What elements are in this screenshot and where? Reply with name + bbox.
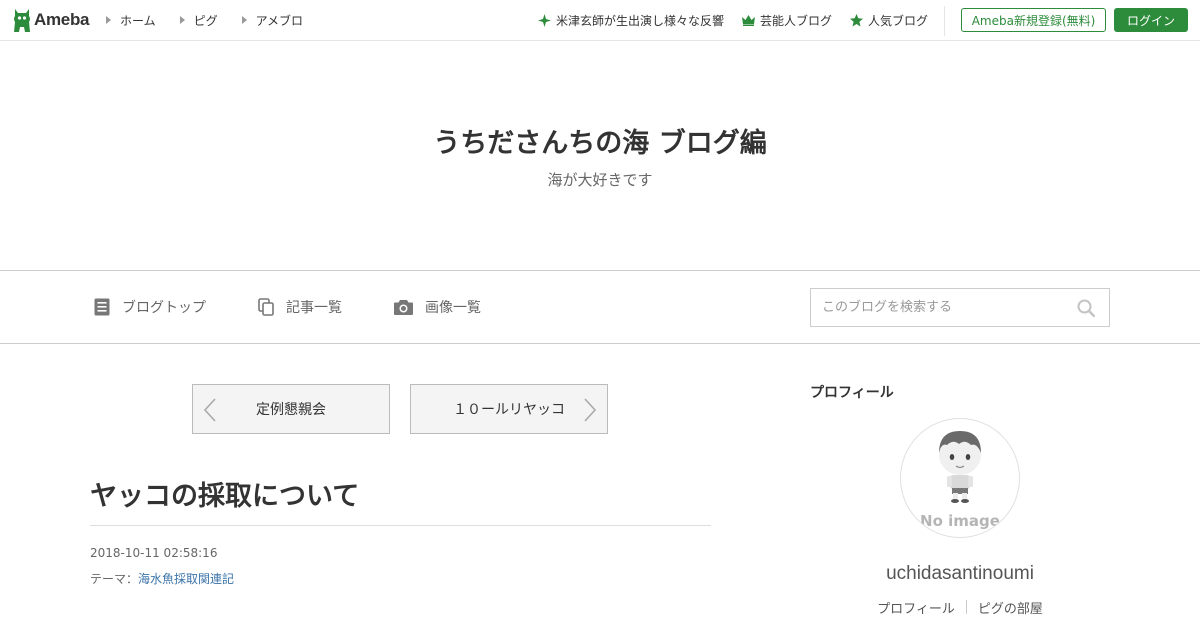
sparkle-icon: [537, 13, 551, 27]
next-entry-button[interactable]: １０ールリヤッコ: [410, 384, 608, 434]
global-header: Ameba ホーム ピグ アメブロ 米津玄師が生出演し様々な反響 芸能人ブログ …: [0, 0, 1200, 41]
chevron-right-icon: [584, 398, 597, 422]
logo-text: Ameba: [34, 10, 90, 29]
blog-top-link[interactable]: ブログトップ: [94, 271, 206, 343]
register-button[interactable]: Ameba新規登録(無料): [961, 8, 1106, 32]
entry-date: 2018-10-11 02:58:16: [90, 546, 218, 560]
avatar[interactable]: No image: [900, 418, 1020, 538]
popular-blog-link[interactable]: 人気ブログ: [849, 12, 928, 29]
entry-title[interactable]: ヤッコの採取について: [90, 474, 710, 513]
blog-search: [810, 288, 1110, 327]
blog-header: うちださんちの海 ブログ編 海が大好きです: [0, 41, 1200, 270]
nav-pigg[interactable]: ピグ: [179, 12, 218, 29]
nav-home[interactable]: ホーム: [106, 12, 156, 29]
triangle-right-icon: [106, 16, 111, 24]
image-list-label: 画像一覧: [425, 300, 481, 316]
celebrity-blog-link[interactable]: 芸能人ブログ: [741, 12, 832, 29]
entry-theme-prefix: テーマ：: [90, 572, 139, 586]
prev-entry-label: 定例懇親会: [256, 402, 326, 418]
profile-links-divider: [965, 600, 967, 614]
triangle-right-icon: [241, 16, 247, 24]
ameba-mascot-icon: [14, 9, 30, 32]
star-icon: [849, 13, 863, 26]
image-list-link[interactable]: 画像一覧: [394, 271, 481, 343]
profile-username[interactable]: uchidasantinoumi: [810, 563, 1110, 585]
login-button[interactable]: ログイン: [1114, 8, 1188, 32]
pigg-room-link[interactable]: ピグの部屋: [978, 598, 1043, 617]
entry-list-label: 記事一覧: [286, 300, 342, 316]
profile-heading: プロフィール: [810, 385, 894, 401]
profile-link[interactable]: プロフィール: [877, 598, 955, 617]
popular-blog-label: 人気ブログ: [867, 13, 928, 28]
entry-theme: テーマ：海水魚採取関連記: [90, 570, 234, 587]
copy-icon: [258, 298, 274, 316]
ameba-logo[interactable]: Ameba: [12, 7, 89, 33]
blog-title[interactable]: うちださんちの海 ブログ編: [0, 121, 1200, 160]
blog-top-label: ブログトップ: [122, 300, 206, 316]
header-divider: [944, 6, 945, 36]
triangle-right-icon: [179, 16, 185, 24]
entry-title-divider: [90, 525, 711, 526]
entry-theme-link[interactable]: 海水魚採取関連記: [138, 572, 234, 586]
promo-topic-label: 米津玄師が生出演し様々な反響: [555, 13, 724, 28]
search-icon[interactable]: [1077, 299, 1095, 317]
profile-links: プロフィール ピグの部屋: [810, 598, 1110, 617]
global-nav: ホーム ピグ アメブロ: [106, 0, 327, 40]
celebrity-blog-label: 芸能人ブログ: [759, 13, 832, 28]
nav-pigg-label: ピグ: [193, 13, 218, 28]
chevron-left-icon: [203, 398, 216, 422]
document-icon: [94, 298, 110, 316]
entry-list-link[interactable]: 記事一覧: [258, 271, 342, 343]
nav-home-label: ホーム: [120, 13, 156, 28]
blog-search-input[interactable]: [811, 289, 1071, 326]
prev-entry-button[interactable]: 定例懇親会: [192, 384, 390, 434]
nav-ameblo-label: アメブロ: [255, 13, 304, 28]
crown-icon: [741, 14, 755, 26]
promo-links: 米津玄師が生出演し様々な反響 芸能人ブログ 人気ブログ: [520, 0, 928, 40]
no-image-label: No image: [920, 512, 1000, 530]
camera-icon: [394, 300, 413, 315]
promo-topic-link[interactable]: 米津玄師が生出演し様々な反響: [537, 12, 724, 29]
blog-description: 海が大好きです: [547, 171, 653, 189]
nav-ameblo[interactable]: アメブロ: [241, 12, 304, 29]
next-entry-label: １０ールリヤッコ: [453, 402, 565, 418]
blog-nav: ブログトップ 記事一覧 画像一覧: [0, 270, 1200, 344]
